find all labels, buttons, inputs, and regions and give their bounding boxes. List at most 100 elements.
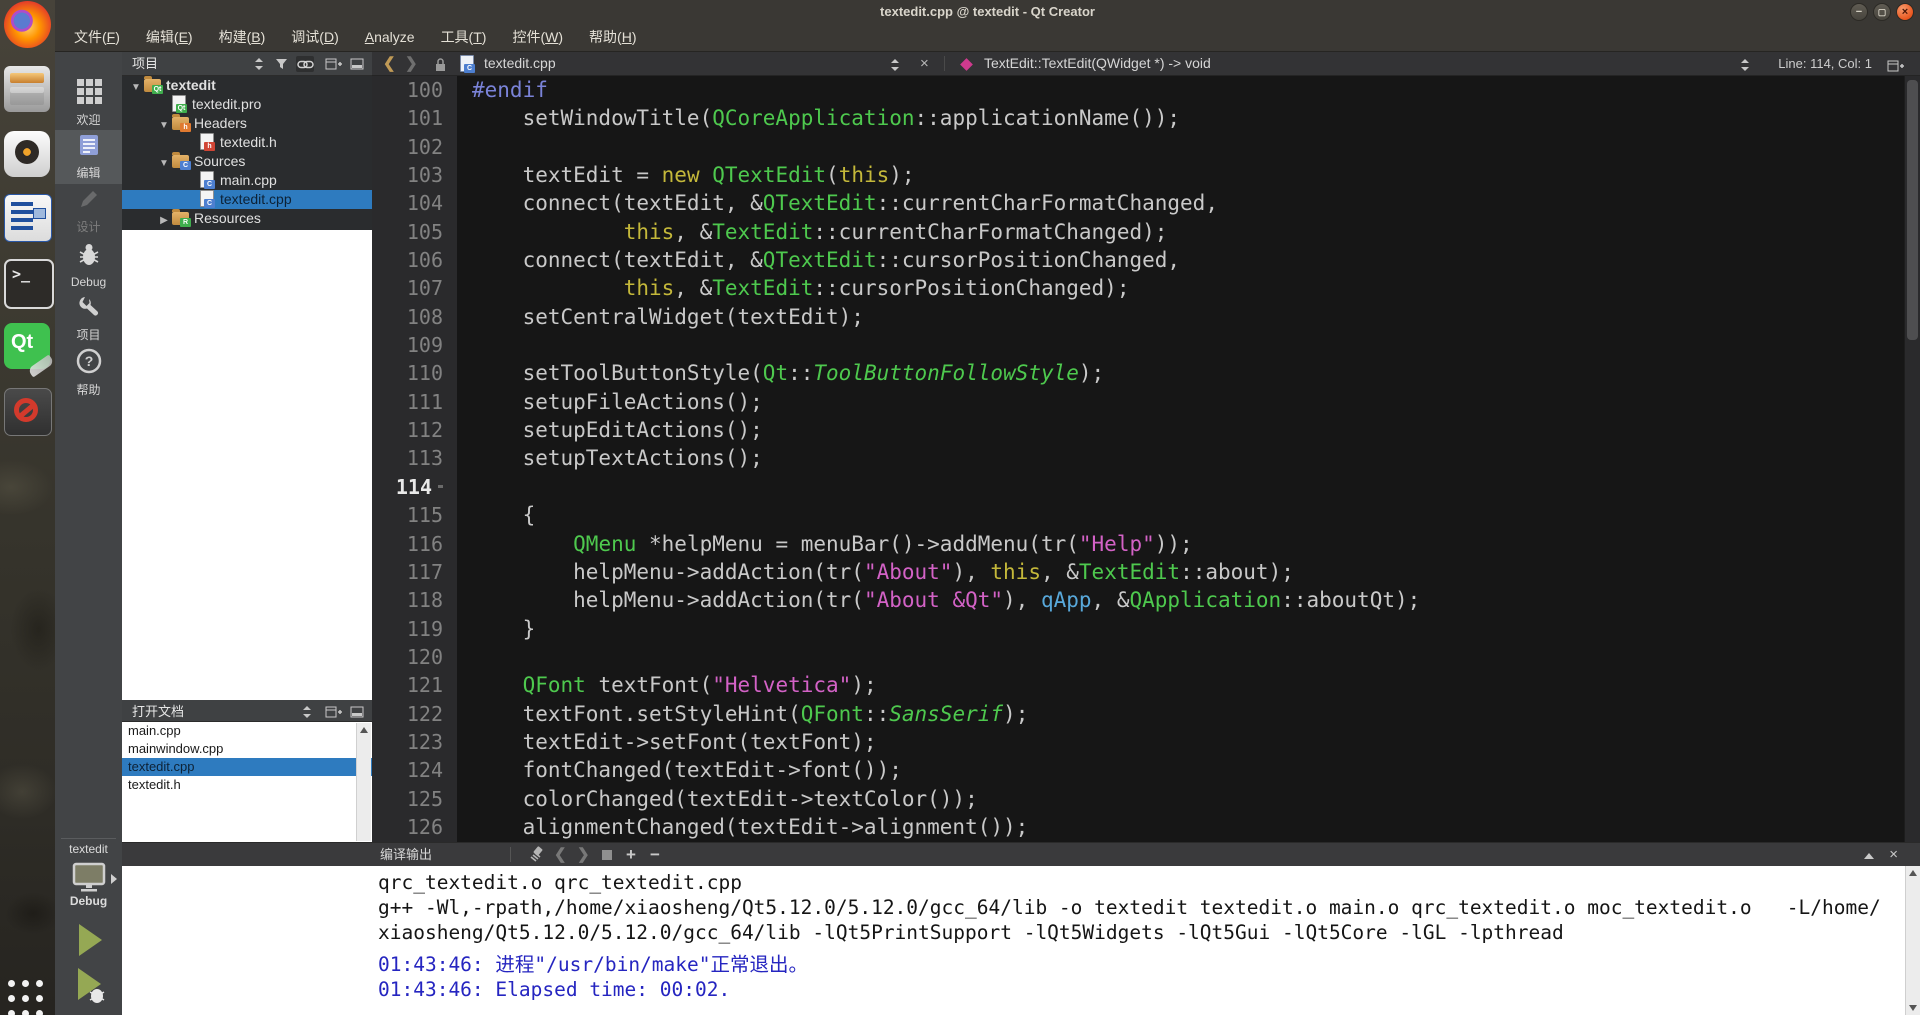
line-number: 108 [406,304,443,329]
sort-icon[interactable] [298,704,316,720]
tree-item-textedit.cpp[interactable]: Ctextedit.cpp [122,190,372,209]
tree-item-Headers[interactable]: ▼ h Headers [122,114,372,133]
tree-item-textedit.h[interactable]: h textedit.h [122,133,372,152]
editdoc-icon [77,133,101,162]
open-document-textedit.h[interactable]: textedit.h [122,776,372,794]
filter-icon[interactable] [272,56,290,72]
zoom-out-icon[interactable]: − [650,843,660,866]
scroll-down-icon[interactable] [1909,1005,1917,1011]
open-document-textedit.cpp[interactable]: textedit.cpp [122,758,372,776]
firefox-icon[interactable] [4,1,51,48]
terminal-icon[interactable] [4,259,54,309]
open-document-mainwindow.cpp[interactable]: mainwindow.cpp [122,740,372,758]
sync-with-editor-icon[interactable] [296,56,314,72]
code-editor[interactable]: 100 101 102 103 104 105 106 107 108 109 110 111 112 1… [372,76,1920,842]
scrollbar-thumb[interactable] [1907,80,1918,340]
tree-item-Sources[interactable]: ▼ C Sources [122,152,372,171]
menu-item-5[interactable]: 工具(T) [428,24,500,51]
forward-icon[interactable]: ❯ [405,52,418,75]
line-number: 107 [406,276,443,301]
tree-item-label: textedit.pro [192,96,262,112]
run-button[interactable] [72,920,106,965]
close-panel-icon[interactable] [348,704,366,720]
menu-item-4[interactable]: Analyze [352,24,428,51]
libreoffice-writer-icon[interactable] [4,194,52,242]
show-applications-icon[interactable] [8,980,48,1015]
code-line-119: } [472,616,536,641]
scrollbar[interactable] [1904,76,1920,842]
previous-item-icon[interactable]: ❮ [554,843,567,866]
open-file-name[interactable]: textedit.cpp [484,52,556,75]
output-line: qrc_textedit.o qrc_textedit.cpp [378,871,742,894]
menu-bar: 文件(F) 编辑(E) 构建(B) 调试(D) Analyze 工具(T) 控件(W) 帮助(… [55,24,1920,52]
scroll-up-icon[interactable] [360,727,368,733]
line-number: 119 [406,616,443,641]
tree-item-Resources[interactable]: ▶ R Resources [122,209,372,228]
close-button[interactable]: × [1896,3,1914,21]
menu-item-2[interactable]: 构建(B) [206,24,279,51]
tree-item-textedit[interactable]: ▼ Qt textedit [122,76,372,95]
line-number: 121 [406,673,443,698]
split-panel-icon[interactable] [324,56,342,72]
title-bar[interactable]: textedit.cpp @ textedit - Qt Creator − ▢… [55,0,1920,24]
scrollbar[interactable] [1905,866,1920,1015]
compile-output-body[interactable]: qrc_textedit.o qrc_textedit.cpp g++ -Wl,-… [122,866,1920,1015]
menu-item-7[interactable]: 帮助(H) [576,24,649,51]
tree-item-label: main.cpp [220,172,277,188]
tree-item-label: Resources [194,210,261,226]
blocked-app-icon[interactable] [4,388,52,436]
scrollbar[interactable] [356,723,371,841]
code-line-100: #endif [472,78,548,102]
mode-item-grid[interactable]: 欢迎 [55,76,122,130]
line-number: 116 [406,531,443,556]
line-number: 124 [406,758,443,783]
qt-creator-icon[interactable] [4,323,50,369]
mode-item-pencil[interactable]: 设计 [55,184,122,238]
kit-selector-monitor-icon[interactable] [71,862,107,897]
menu-item-0[interactable]: 文件(F) [61,24,133,51]
menu-item-6[interactable]: 控件(W) [499,24,576,51]
file-cabinet-icon[interactable] [4,66,50,112]
open-document-main.cpp[interactable]: main.cpp [122,722,372,740]
scroll-up-icon[interactable] [1909,870,1917,876]
music-player-icon[interactable] [4,131,50,177]
mode-item-help[interactable]: ? 帮助 [55,346,122,400]
screen: textedit.cpp @ textedit - Qt Creator − ▢… [0,0,1920,1015]
build-button[interactable] [69,1006,103,1015]
code-line-105: this, &TextEdit::currentCharFormatChange… [623,219,1168,244]
debug-run-button[interactable] [71,964,107,1011]
back-icon[interactable]: ❮ [383,52,396,75]
zoom-in-icon[interactable]: + [626,843,636,866]
mode-item-editdoc[interactable]: 编辑 [55,130,122,184]
close-document-icon[interactable]: × [920,52,929,75]
next-item-icon[interactable]: ❯ [577,843,590,866]
kit-project-label: textedit [69,842,108,856]
grid-icon [76,78,102,109]
tree-item-textedit.pro[interactable]: Qt textedit.pro [122,95,372,114]
compile-output-header: 编译输出 ❮ ❯ + − × [122,842,1920,866]
line-number: 105 [406,219,443,244]
mode-item-label: 帮助 [76,383,101,397]
close-pane-icon[interactable]: × [1889,843,1898,866]
maximize-pane-icon[interactable] [1864,853,1874,859]
mode-item-bug[interactable]: Debug [55,238,122,292]
sort-icon[interactable] [250,56,268,72]
menu-item-1[interactable]: 编辑(E) [133,24,206,51]
line-number: 114 [372,473,457,501]
split-panel-icon[interactable] [324,704,342,720]
tree-item-main.cpp[interactable]: Cmain.cpp [122,171,372,190]
mode-item-wrench[interactable]: 项目 [55,292,122,346]
close-panel-icon[interactable] [348,56,366,72]
collapse-arrow-icon[interactable]: ▶ [156,211,172,230]
menu-item-3[interactable]: 调试(D) [278,24,351,51]
editor-toolbar: ❮ ❯ C textedit.cpp × TextEdit::TextEdit(… [372,52,1920,76]
stop-icon[interactable] [602,850,612,860]
minimize-button[interactable]: − [1850,3,1868,21]
kit-expand-arrow-icon[interactable] [111,874,117,884]
maximize-button[interactable]: ▢ [1873,3,1891,21]
code-line-118: helpMenu->addAction(tr("About &Qt"), qAp… [472,588,1421,613]
output-line: g++ -Wl,-rpath,/home/xiaosheng/Qt5.12.0/… [378,896,1881,919]
code-line-106: connect(textEdit, &QTextEdit::cursorPosi… [472,248,1181,273]
code-area[interactable]: #endif setWindowTitle(QCoreApplication::… [457,76,1904,842]
current-symbol[interactable]: TextEdit::TextEdit(QWidget *) -> void [984,52,1211,75]
